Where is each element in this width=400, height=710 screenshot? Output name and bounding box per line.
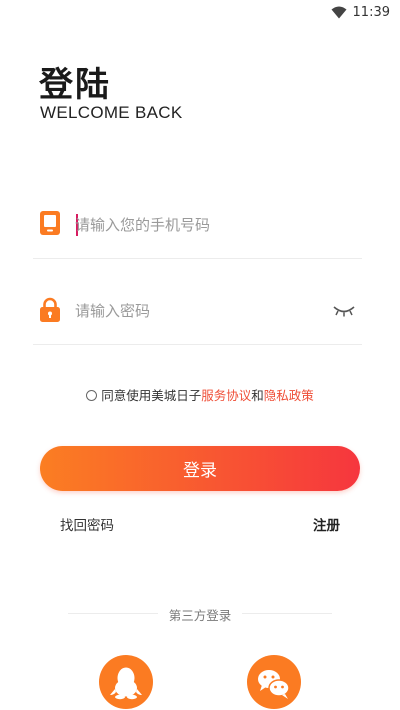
lock-icon xyxy=(40,297,60,322)
agreement-text: 同意使用美城日子 xyxy=(101,388,202,403)
agreement-conjunction: 和 xyxy=(251,388,264,403)
page-subtitle: WELCOME BACK xyxy=(40,103,183,122)
password-input[interactable] xyxy=(75,299,315,323)
phone-icon xyxy=(40,211,60,235)
status-time: 11:39 xyxy=(352,4,390,20)
eye-closed-icon[interactable] xyxy=(332,304,356,318)
qq-login-button[interactable] xyxy=(99,655,153,709)
phone-input[interactable] xyxy=(75,213,315,237)
wechat-icon xyxy=(258,670,290,699)
forgot-password-link[interactable]: 找回密码 xyxy=(60,514,114,534)
agreement-row: 同意使用美城日子服务协议和隐私政策 xyxy=(0,385,400,404)
third-party-label: 第三方登录 xyxy=(168,608,232,623)
agreement-checkbox[interactable] xyxy=(86,390,98,401)
login-button[interactable]: 登录 xyxy=(40,446,360,491)
third-party-divider: 第三方登录 xyxy=(68,605,332,623)
register-link[interactable]: 注册 xyxy=(313,514,340,534)
divider-line-right xyxy=(242,613,332,614)
status-bar: 11:39 xyxy=(0,0,400,24)
page-title: 登陆 xyxy=(39,65,111,105)
wechat-login-button[interactable] xyxy=(247,655,301,709)
qq-icon xyxy=(110,667,142,700)
service-agreement-link[interactable]: 服务协议 xyxy=(201,388,251,403)
phone-field-row xyxy=(33,173,362,259)
wifi-icon xyxy=(331,6,347,18)
password-field-row xyxy=(33,259,362,345)
privacy-policy-link[interactable]: 隐私政策 xyxy=(264,388,314,403)
